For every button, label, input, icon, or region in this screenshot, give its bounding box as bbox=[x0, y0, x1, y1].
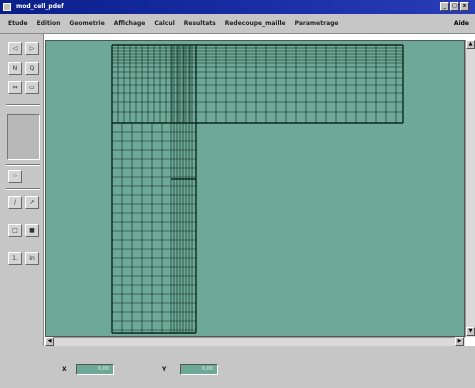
toolbar-separator bbox=[6, 164, 40, 166]
tool-palette: ◁ ▷ N Q ⇔ ▭ ⁘ / ↗ □ ■ 1. In bbox=[0, 34, 44, 354]
menu-geometrie[interactable]: Geometrie bbox=[69, 20, 104, 27]
vertical-scrollbar[interactable]: ▲ ▼ bbox=[465, 40, 475, 337]
status-bar: X 0,00 Y 0,00 bbox=[0, 346, 475, 388]
fit-view-button[interactable]: ▭ bbox=[25, 81, 39, 94]
finite-element-mesh bbox=[111, 44, 404, 334]
pan-button[interactable]: ⇔ bbox=[8, 81, 22, 94]
menu-etude[interactable]: Etude bbox=[8, 20, 28, 27]
y-coordinate-field: 0,00 bbox=[180, 364, 218, 375]
arrow-tool-button[interactable]: ↗ bbox=[25, 196, 39, 209]
scroll-left-arrow[interactable]: ◀ bbox=[45, 337, 54, 346]
minimize-button[interactable]: _ bbox=[440, 2, 449, 11]
zoom-in-button[interactable]: N bbox=[8, 62, 22, 75]
scroll-up-arrow[interactable]: ▲ bbox=[466, 40, 475, 49]
zoom-out-button[interactable]: Q bbox=[25, 62, 39, 75]
line-tool-button[interactable]: / bbox=[8, 196, 22, 209]
menu-edition[interactable]: Edition bbox=[37, 20, 61, 27]
x-coordinate-label: X bbox=[62, 366, 67, 373]
menu-aide[interactable]: Aide bbox=[454, 20, 469, 27]
node-tool-button[interactable]: ⁘ bbox=[8, 170, 22, 183]
menu-redecoupe-maille[interactable]: Redecoupe_maille bbox=[225, 20, 286, 27]
window-title: mod_cell_pdef bbox=[16, 3, 64, 10]
window-controls: _ □ x bbox=[440, 2, 469, 11]
maximize-button[interactable]: □ bbox=[450, 2, 459, 11]
close-button[interactable]: x bbox=[460, 2, 469, 11]
x-coordinate-field: 0,00 bbox=[76, 364, 114, 375]
mesh-view bbox=[111, 44, 404, 334]
app-icon[interactable] bbox=[3, 3, 11, 11]
rectangle-tool-button[interactable]: □ bbox=[8, 224, 22, 237]
menu-resultats[interactable]: Resultats bbox=[184, 20, 216, 27]
menu-affichage[interactable]: Affichage bbox=[114, 20, 146, 27]
toolbar-separator bbox=[6, 104, 40, 106]
drawing-canvas[interactable] bbox=[45, 40, 465, 337]
toolbar-separator bbox=[6, 188, 40, 190]
menu-calcul[interactable]: Calcul bbox=[154, 20, 174, 27]
horizontal-scrollbar[interactable]: ◀ ▶ bbox=[45, 337, 465, 346]
menu-bar: Etude Edition Geometrie Affichage Calcul… bbox=[0, 14, 475, 34]
label-tool-button[interactable]: 1. bbox=[8, 252, 22, 265]
y-coordinate-label: Y bbox=[162, 366, 167, 373]
tool-options-panel bbox=[7, 114, 40, 160]
text-tool-button[interactable]: In bbox=[25, 252, 39, 265]
scroll-right-arrow[interactable]: ▶ bbox=[455, 337, 464, 346]
title-bar: mod_cell_pdef _ □ x bbox=[0, 0, 475, 14]
redo-button[interactable]: ▷ bbox=[25, 42, 39, 55]
undo-button[interactable]: ◁ bbox=[8, 42, 22, 55]
fill-tool-button[interactable]: ■ bbox=[25, 224, 39, 237]
menu-parametrage[interactable]: Parametrage bbox=[295, 20, 339, 27]
scroll-down-arrow[interactable]: ▼ bbox=[466, 327, 475, 336]
